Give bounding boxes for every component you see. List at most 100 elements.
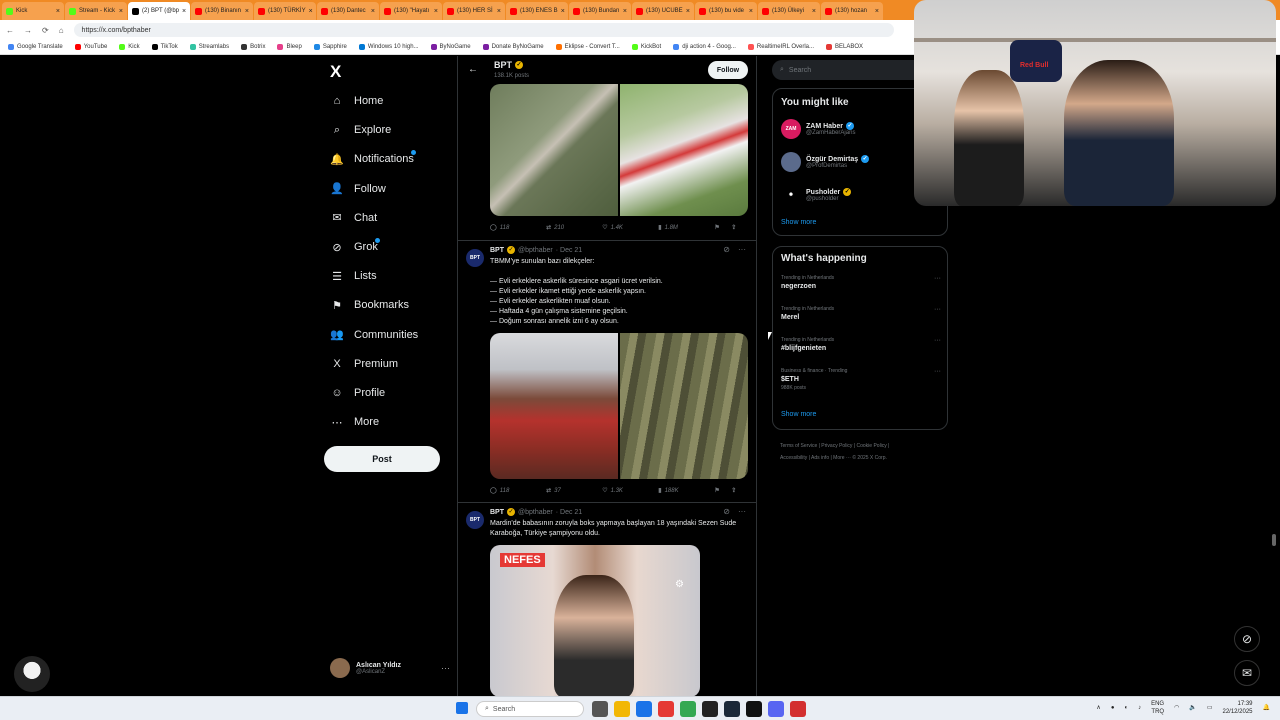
home-browser-icon[interactable]: ⌂: [59, 26, 64, 35]
account-name[interactable]: Özgür Demirtaş: [806, 156, 858, 163]
tweet-media[interactable]: [490, 84, 748, 216]
tweet-video[interactable]: NEFES ⚙: [490, 545, 700, 696]
trend-item[interactable]: Trending in Netherlands #blijfgenieten ·…: [781, 337, 941, 352]
tweet-date[interactable]: · Dec 21: [556, 247, 582, 254]
nav-item-premium[interactable]: X Premium: [330, 357, 398, 371]
nav-item-more[interactable]: ⋯ More: [330, 415, 380, 429]
bookmark-button[interactable]: ⚑: [714, 224, 731, 231]
close-tab-icon[interactable]: ×: [875, 8, 879, 15]
close-tab-icon[interactable]: ×: [497, 8, 501, 15]
post-button[interactable]: Post: [324, 446, 440, 472]
browser-tab[interactable]: (130) "Hayatı ×: [380, 2, 442, 20]
more-dots-icon[interactable]: ···: [934, 275, 941, 282]
nav-item-grok[interactable]: ⊘ Grok: [330, 238, 380, 254]
repost-button[interactable]: ⇄ 210: [546, 224, 602, 232]
windows-start-icon[interactable]: [456, 702, 468, 714]
reload-icon[interactable]: ⟳: [42, 26, 49, 35]
bookmark-item[interactable]: Windows 10 high...: [358, 44, 419, 50]
bookmark-item[interactable]: Eklipse - Convert T...: [555, 44, 620, 50]
close-tab-icon[interactable]: ×: [812, 8, 816, 15]
taskbar-search[interactable]: ⌕ Search: [476, 701, 584, 717]
close-tab-icon[interactable]: ×: [623, 8, 627, 15]
bookmark-item[interactable]: Google Translate: [8, 44, 63, 50]
reply-button[interactable]: ◯ 118: [490, 224, 546, 232]
browser-tab[interactable]: (130) Ülkeyi ×: [758, 2, 820, 20]
bookmark-item[interactable]: TikTok: [151, 44, 178, 50]
reply-button[interactable]: ◯ 118: [490, 487, 546, 495]
bookmark-item[interactable]: YouTube: [74, 44, 107, 50]
more-dots-icon[interactable]: ···: [738, 245, 746, 254]
file-explorer-icon[interactable]: [614, 701, 630, 717]
nav-item-bookmarks[interactable]: ⚑ Bookmarks: [330, 298, 409, 312]
bookmark-item[interactable]: BELABOX: [826, 44, 863, 50]
more-dots-icon[interactable]: ···: [934, 368, 941, 375]
task-view-icon[interactable]: [592, 701, 608, 717]
capcut-icon[interactable]: [746, 701, 762, 717]
like-button[interactable]: ♡ 1.3K: [602, 487, 658, 495]
language-indicator[interactable]: ENG TRQ: [1151, 700, 1164, 716]
account-avatar[interactable]: ZAM: [781, 119, 801, 139]
tweet-author[interactable]: BPT: [490, 247, 504, 254]
browser-tab[interactable]: (130) TÜRKİY ×: [254, 2, 316, 20]
views-button[interactable]: ▮ 1.8M: [658, 224, 714, 232]
browser-tab[interactable]: (2) BPT (@bp ×: [128, 2, 190, 20]
nav-item-profile[interactable]: ☺ Profile: [330, 386, 385, 400]
browser-tab[interactable]: Kick ×: [2, 2, 64, 20]
chrome-icon[interactable]: [680, 701, 696, 717]
forward-arrow-icon[interactable]: →: [24, 26, 32, 35]
repost-button[interactable]: ⇄ 37: [546, 487, 602, 495]
browser-tab[interactable]: (130) Binanın ×: [191, 2, 253, 20]
close-tab-icon[interactable]: ×: [56, 8, 60, 15]
tweet-author[interactable]: BPT: [490, 509, 504, 516]
bookmark-item[interactable]: ByNoGame: [430, 44, 471, 50]
share-button[interactable]: ⇪: [731, 224, 748, 231]
page-scrollbar[interactable]: [1272, 534, 1276, 546]
browser-tab[interactable]: (130) HER Sİ ×: [443, 2, 505, 20]
tweet-avatar[interactable]: BPT: [466, 249, 484, 267]
grok-icon[interactable]: ⊘: [723, 507, 730, 516]
account-avatar[interactable]: ✹: [781, 185, 801, 205]
grok-icon[interactable]: ⊘: [723, 245, 730, 254]
nav-item-chat[interactable]: ✉ Chat: [330, 211, 377, 225]
like-button[interactable]: ♡ 1.4K: [602, 224, 658, 232]
back-arrow-icon[interactable]: ←: [468, 64, 478, 75]
bookmark-item[interactable]: Bleep: [277, 44, 302, 50]
nav-item-explore[interactable]: ⌕ Explore: [330, 123, 391, 137]
trend-item[interactable]: Business & finance · Trending $ETH 988K …: [781, 368, 941, 391]
account-name[interactable]: Pusholder: [806, 189, 840, 196]
nav-item-notifications[interactable]: 🔔 Notifications: [330, 150, 416, 166]
more-dots-icon[interactable]: ···: [934, 337, 941, 344]
close-tab-icon[interactable]: ×: [245, 8, 249, 15]
show-more-link[interactable]: Show more: [781, 411, 816, 418]
share-button[interactable]: ⇪: [731, 487, 748, 494]
browser-tab[interactable]: (130) UCUBE ×: [632, 2, 694, 20]
tweet[interactable]: BPT BPT ✓ @bpthaber · Dec 21 ⊘ ··· Mardin…: [458, 502, 756, 696]
views-button[interactable]: ▮ 188K: [658, 487, 714, 495]
wifi-icon[interactable]: ◠: [1174, 704, 1179, 712]
more-dots-icon[interactable]: ···: [441, 663, 450, 673]
settings-gear-icon[interactable]: ⚙: [675, 579, 684, 590]
close-tab-icon[interactable]: ×: [182, 8, 186, 15]
browser-tab[interactable]: (130) Dantec ×: [317, 2, 379, 20]
bookmark-item[interactable]: Kick: [119, 44, 140, 50]
tweet-media[interactable]: [490, 333, 748, 479]
trend-item[interactable]: Trending in Netherlands Merel ···: [781, 306, 941, 321]
nav-item-follow[interactable]: 👤 Follow: [330, 182, 386, 196]
show-more-link[interactable]: Show more: [781, 219, 816, 226]
volume-icon[interactable]: 🔈: [1189, 704, 1196, 712]
close-tab-icon[interactable]: ×: [561, 8, 565, 15]
discord-icon[interactable]: [768, 701, 784, 717]
messages-fab-icon[interactable]: ✉: [1234, 660, 1260, 686]
battery-icon[interactable]: ▭: [1207, 704, 1213, 712]
bookmark-button[interactable]: ⚑: [714, 487, 731, 494]
url-bar[interactable]: https://x.com/bpthaber: [73, 23, 894, 37]
bookmark-item[interactable]: Streamlabs: [189, 44, 229, 50]
tray-chevron-icon[interactable]: ∧: [1096, 704, 1100, 712]
obs-icon[interactable]: [790, 701, 806, 717]
tweet-image[interactable]: [490, 84, 618, 216]
tweet-date[interactable]: · Dec 21: [556, 509, 582, 516]
browser-tab[interactable]: (130) ENES B ×: [506, 2, 568, 20]
tray-app-icon[interactable]: ◐: [1124, 704, 1128, 712]
steam-icon[interactable]: [724, 701, 740, 717]
tweet-image[interactable]: [490, 333, 618, 479]
